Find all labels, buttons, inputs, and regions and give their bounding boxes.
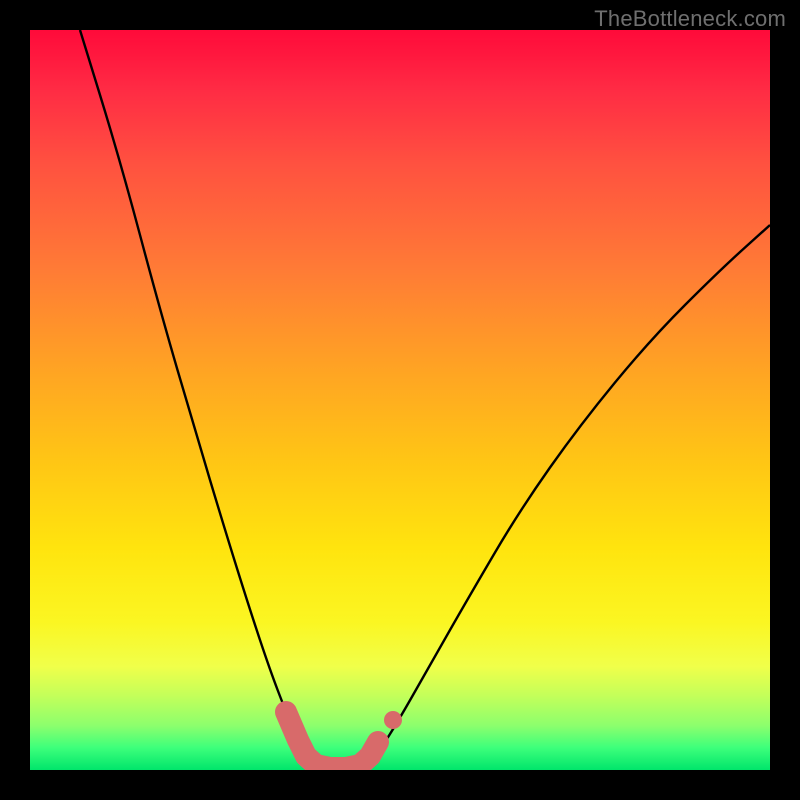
- bottleneck-curve: [80, 30, 770, 769]
- marker-dot: [384, 711, 402, 729]
- marker-worm: [286, 712, 378, 768]
- watermark-text: TheBottleneck.com: [594, 6, 786, 32]
- chart-frame: TheBottleneck.com: [0, 0, 800, 800]
- curve-layer: [30, 30, 770, 770]
- plot-area: [30, 30, 770, 770]
